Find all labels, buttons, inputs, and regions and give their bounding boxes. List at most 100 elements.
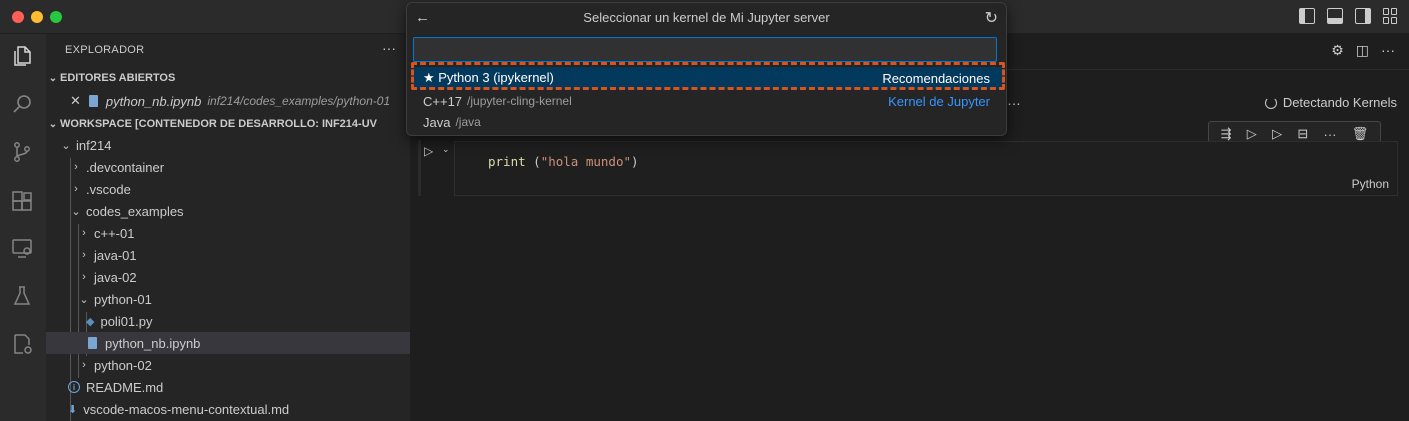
kernel-option-category: Recomendaciones: [882, 70, 990, 86]
kernel-quick-pick: ← Seleccionar un kernel de Mi Jupyter se…: [406, 2, 1007, 136]
kernel-option-path: /jupyter-cling-kernel: [467, 94, 572, 108]
open-editors-header[interactable]: ⌄ EDITORES ABIERTOS: [46, 67, 410, 89]
open-editor-item[interactable]: ✕ python_nb.ipynb inf214/codes_examples/…: [46, 90, 410, 112]
tree-item-label: codes_examples: [86, 203, 184, 219]
activity-bar: [0, 34, 46, 421]
code-paren: ): [631, 154, 639, 169]
run-cell-button[interactable]: ▷: [424, 144, 433, 158]
kernel-option-cpp17[interactable]: C++17 /jupyter-cling-kernel Kernel de Ju…: [413, 90, 1002, 112]
tree-file-readme[interactable]: i README.md: [46, 376, 410, 398]
explorer-sidebar: EXPLORADOR ··· ⌄ EDITORES ABIERTOS ✕ pyt…: [46, 34, 410, 421]
chevron-right-icon: ›: [82, 227, 86, 239]
tree-item-label: .devcontainer: [86, 159, 165, 175]
layout-controls: [1299, 8, 1399, 24]
quick-pick-title: Seleccionar un kernel de Mi Jupyter serv…: [583, 10, 830, 25]
kernel-option-label: ★ Python 3 (ipykernel): [423, 70, 554, 85]
code-string: "hola mundo": [540, 154, 632, 169]
kernel-option-label: Java: [423, 114, 451, 130]
gear-icon[interactable]: ⚙: [1331, 42, 1344, 59]
tree-folder-cpp-01[interactable]: › c++-01: [46, 222, 410, 244]
code-cell[interactable]: print ("hola mundo") Python: [454, 141, 1398, 196]
tree-item-label: python-02: [94, 357, 152, 373]
chevron-down-icon: ⌄: [79, 293, 89, 306]
tree-file-vscode-macos[interactable]: ⬇ vscode-macos-menu-contextual.md: [46, 398, 410, 420]
sidebar-title: EXPLORADOR: [65, 44, 145, 56]
tree-item-label: c++-01: [94, 225, 135, 241]
customize-layout-icon[interactable]: [1383, 8, 1399, 24]
tree-item-label: poli01.py: [100, 313, 153, 329]
tree-folder-codes-examples[interactable]: ⌄ codes_examples: [46, 200, 410, 222]
tree-item-label: .vscode: [86, 181, 131, 197]
tree-file-python-nb[interactable]: python_nb.ipynb: [46, 332, 410, 354]
chevron-right-icon: ›: [82, 271, 86, 283]
quick-pick-input[interactable]: [413, 37, 997, 62]
workspace-header[interactable]: ⌄ WORKSPACE [CONTENEDOR DE DESARROLLO: I…: [46, 113, 410, 135]
code-paren: (: [525, 154, 541, 169]
cell-language[interactable]: Python: [1352, 177, 1389, 191]
kernel-option-label: C++17: [423, 93, 463, 109]
info-icon: i: [68, 381, 80, 393]
close-window-button[interactable]: [12, 11, 24, 23]
tree-item-label: java-01: [94, 247, 137, 263]
toggle-primary-sidebar-icon[interactable]: [1299, 8, 1315, 24]
markdown-download-icon: ⬇: [68, 403, 78, 416]
tree-folder-python-01[interactable]: ⌄ python-01: [46, 288, 410, 310]
split-cell-icon[interactable]: ⊟: [1297, 126, 1308, 142]
tree-item-label: java-02: [94, 269, 137, 285]
chevron-right-icon: ›: [74, 161, 78, 173]
python-file-icon: ◆: [86, 315, 95, 328]
testing-flask-icon[interactable]: [8, 282, 36, 310]
code-function: print: [488, 154, 526, 169]
trash-icon[interactable]: 🗑: [1352, 126, 1369, 142]
source-control-icon[interactable]: [8, 138, 36, 166]
close-icon[interactable]: ✕: [70, 93, 81, 109]
code-line[interactable]: print ("hola mundo"): [488, 154, 639, 169]
tree-folder-python-02[interactable]: › python-02: [46, 354, 410, 376]
tree-folder-devcontainer[interactable]: › .devcontainer: [46, 156, 410, 178]
more-actions-icon[interactable]: …: [1007, 92, 1021, 108]
chevron-right-icon: ›: [74, 183, 78, 195]
kernel-option-category: Kernel de Jupyter: [888, 93, 990, 109]
files-icon[interactable]: [8, 42, 36, 70]
remote-explorer-icon[interactable]: [8, 234, 36, 262]
run-above-icon[interactable]: ▷: [1272, 126, 1282, 142]
refresh-icon[interactable]: ↻: [985, 8, 998, 28]
editor-actions: ⚙ ◫ ···: [1331, 42, 1395, 59]
toggle-secondary-sidebar-icon[interactable]: [1355, 8, 1371, 24]
chevron-down-icon: ⌄: [48, 118, 58, 130]
search-icon[interactable]: [8, 90, 36, 118]
minimize-window-button[interactable]: [31, 11, 43, 23]
open-editors-label: EDITORES ABIERTOS: [60, 72, 176, 84]
chevron-right-icon: ›: [82, 249, 86, 261]
split-editor-icon[interactable]: ◫: [1356, 42, 1369, 59]
toggle-panel-icon[interactable]: [1327, 8, 1343, 24]
tree-folder-vscode[interactable]: › .vscode: [46, 178, 410, 200]
remote-settings-icon[interactable]: [8, 330, 36, 358]
chevron-down-icon: ⌄: [48, 72, 58, 84]
tree-folder-java-01[interactable]: › java-01: [46, 244, 410, 266]
tree-item-label: python_nb.ipynb: [105, 335, 201, 351]
chevron-right-icon: ›: [82, 359, 86, 371]
extensions-icon[interactable]: [8, 188, 36, 216]
chevron-down-icon: ⌄: [61, 139, 71, 152]
kernel-option-java[interactable]: Java /java: [413, 111, 1002, 133]
more-actions-icon[interactable]: ···: [382, 40, 396, 56]
maximize-window-button[interactable]: [50, 11, 62, 23]
notebook-icon: [88, 95, 98, 107]
chevron-down-icon[interactable]: ⌄: [442, 144, 450, 155]
notebook-icon: [88, 337, 97, 349]
more-actions-icon[interactable]: ···: [1324, 127, 1337, 142]
tree-item-label: README.md: [86, 379, 164, 395]
tree-item-label: vscode-macos-menu-contextual.md: [83, 401, 290, 417]
more-actions-icon[interactable]: ···: [1381, 42, 1395, 59]
kernel-option-python3[interactable]: ★ Python 3 (ipykernel) Recomendaciones: [413, 67, 1002, 89]
run-below-icon[interactable]: ▷: [1247, 126, 1257, 142]
execute-above-icon[interactable]: ⇶: [1221, 126, 1232, 142]
chevron-down-icon: ⌄: [71, 205, 81, 218]
tree-folder-java-02[interactable]: › java-02: [46, 266, 410, 288]
open-editor-path: inf214/codes_examples/python-01: [207, 94, 391, 108]
loading-spinner-icon: [1264, 96, 1277, 109]
tree-folder-inf214[interactable]: ⌄ inf214: [46, 134, 410, 156]
tree-file-poli01[interactable]: ◆ poli01.py: [46, 310, 410, 332]
kernel-status[interactable]: Detectando Kernels: [1264, 95, 1397, 110]
